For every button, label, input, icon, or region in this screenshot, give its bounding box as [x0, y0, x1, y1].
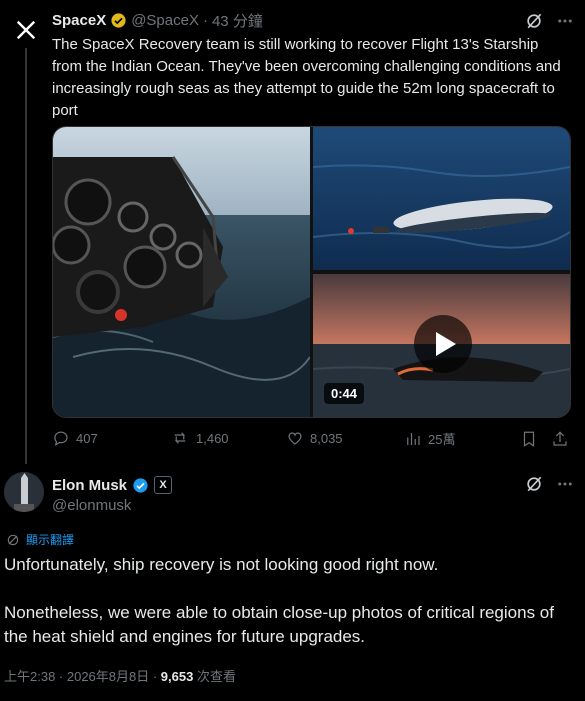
like-icon: [288, 432, 302, 445]
reply-paragraph-1: Unfortunately, ship recovery is not look…: [4, 555, 439, 574]
translate-label: 顯示翻譯: [26, 533, 75, 547]
play-icon: [436, 332, 456, 356]
view-count: 25萬: [428, 432, 456, 447]
grok-icon[interactable]: [524, 11, 544, 31]
translate-link[interactable]: 顯示翻譯: [6, 531, 74, 548]
post-timestamp[interactable]: 上午2:38 · 2026年8月8日 ·: [4, 669, 161, 684]
thread-connector: [25, 46, 27, 464]
like-count: 8,035: [310, 430, 343, 446]
separator-dot: ·: [202, 11, 208, 29]
more-icon[interactable]: [555, 12, 575, 30]
views-icon: [407, 432, 420, 445]
globe-translate-icon: [7, 534, 19, 545]
bookmark-icon[interactable]: [520, 429, 538, 449]
share-icon[interactable]: [551, 429, 569, 449]
like-button[interactable]: 8,035: [286, 429, 343, 447]
views-button[interactable]: 25萬: [404, 429, 455, 448]
reply-count: 407: [76, 430, 98, 446]
play-button[interactable]: [414, 315, 472, 373]
tweet1-actions: 407 1,460 8,035 25萬: [52, 429, 569, 449]
engines-photo[interactable]: [53, 127, 310, 417]
video-duration: 0:44: [324, 383, 365, 404]
post-meta: 上午2:38 · 2026年8月8日 · 9,653 次查看: [4, 666, 236, 685]
affiliate-badge[interactable]: X: [154, 476, 173, 494]
tweet1-text: The SpaceX Recovery team is still workin…: [52, 36, 561, 119]
reply-button[interactable]: 407: [52, 429, 98, 447]
grok-icon[interactable]: [524, 474, 544, 494]
author-handle[interactable]: @SpaceX: [131, 12, 199, 29]
repost-button[interactable]: 1,460: [170, 429, 229, 447]
author-name[interactable]: SpaceX: [52, 12, 106, 29]
starship-avatar-image: [4, 472, 44, 512]
author-handle[interactable]: @elonmusk: [52, 497, 131, 514]
post-time[interactable]: 43 分鐘: [212, 10, 263, 31]
reply-icon: [54, 431, 68, 447]
floating-ship-photo[interactable]: [313, 127, 570, 270]
views-label: 次查看: [193, 669, 236, 684]
elon-avatar[interactable]: [4, 472, 44, 512]
author-name[interactable]: Elon Musk: [52, 477, 127, 494]
views-count: 9,653: [160, 669, 194, 684]
media-grid: 0:44: [52, 126, 571, 418]
more-icon[interactable]: [555, 475, 575, 493]
spacex-avatar[interactable]: [8, 12, 44, 48]
repost-icon: [174, 432, 186, 444]
blue-verified-icon: [133, 477, 148, 493]
reply-paragraph-2: Nonetheless, we were able to obtain clos…: [4, 603, 554, 646]
gold-verified-icon: [111, 12, 126, 28]
tweet2-header: Elon Musk X: [52, 475, 173, 495]
x-logo-icon: [16, 20, 36, 40]
repost-count: 1,460: [196, 430, 229, 446]
tweet1-header: SpaceX @SpaceX · 43 分鐘: [52, 10, 263, 30]
